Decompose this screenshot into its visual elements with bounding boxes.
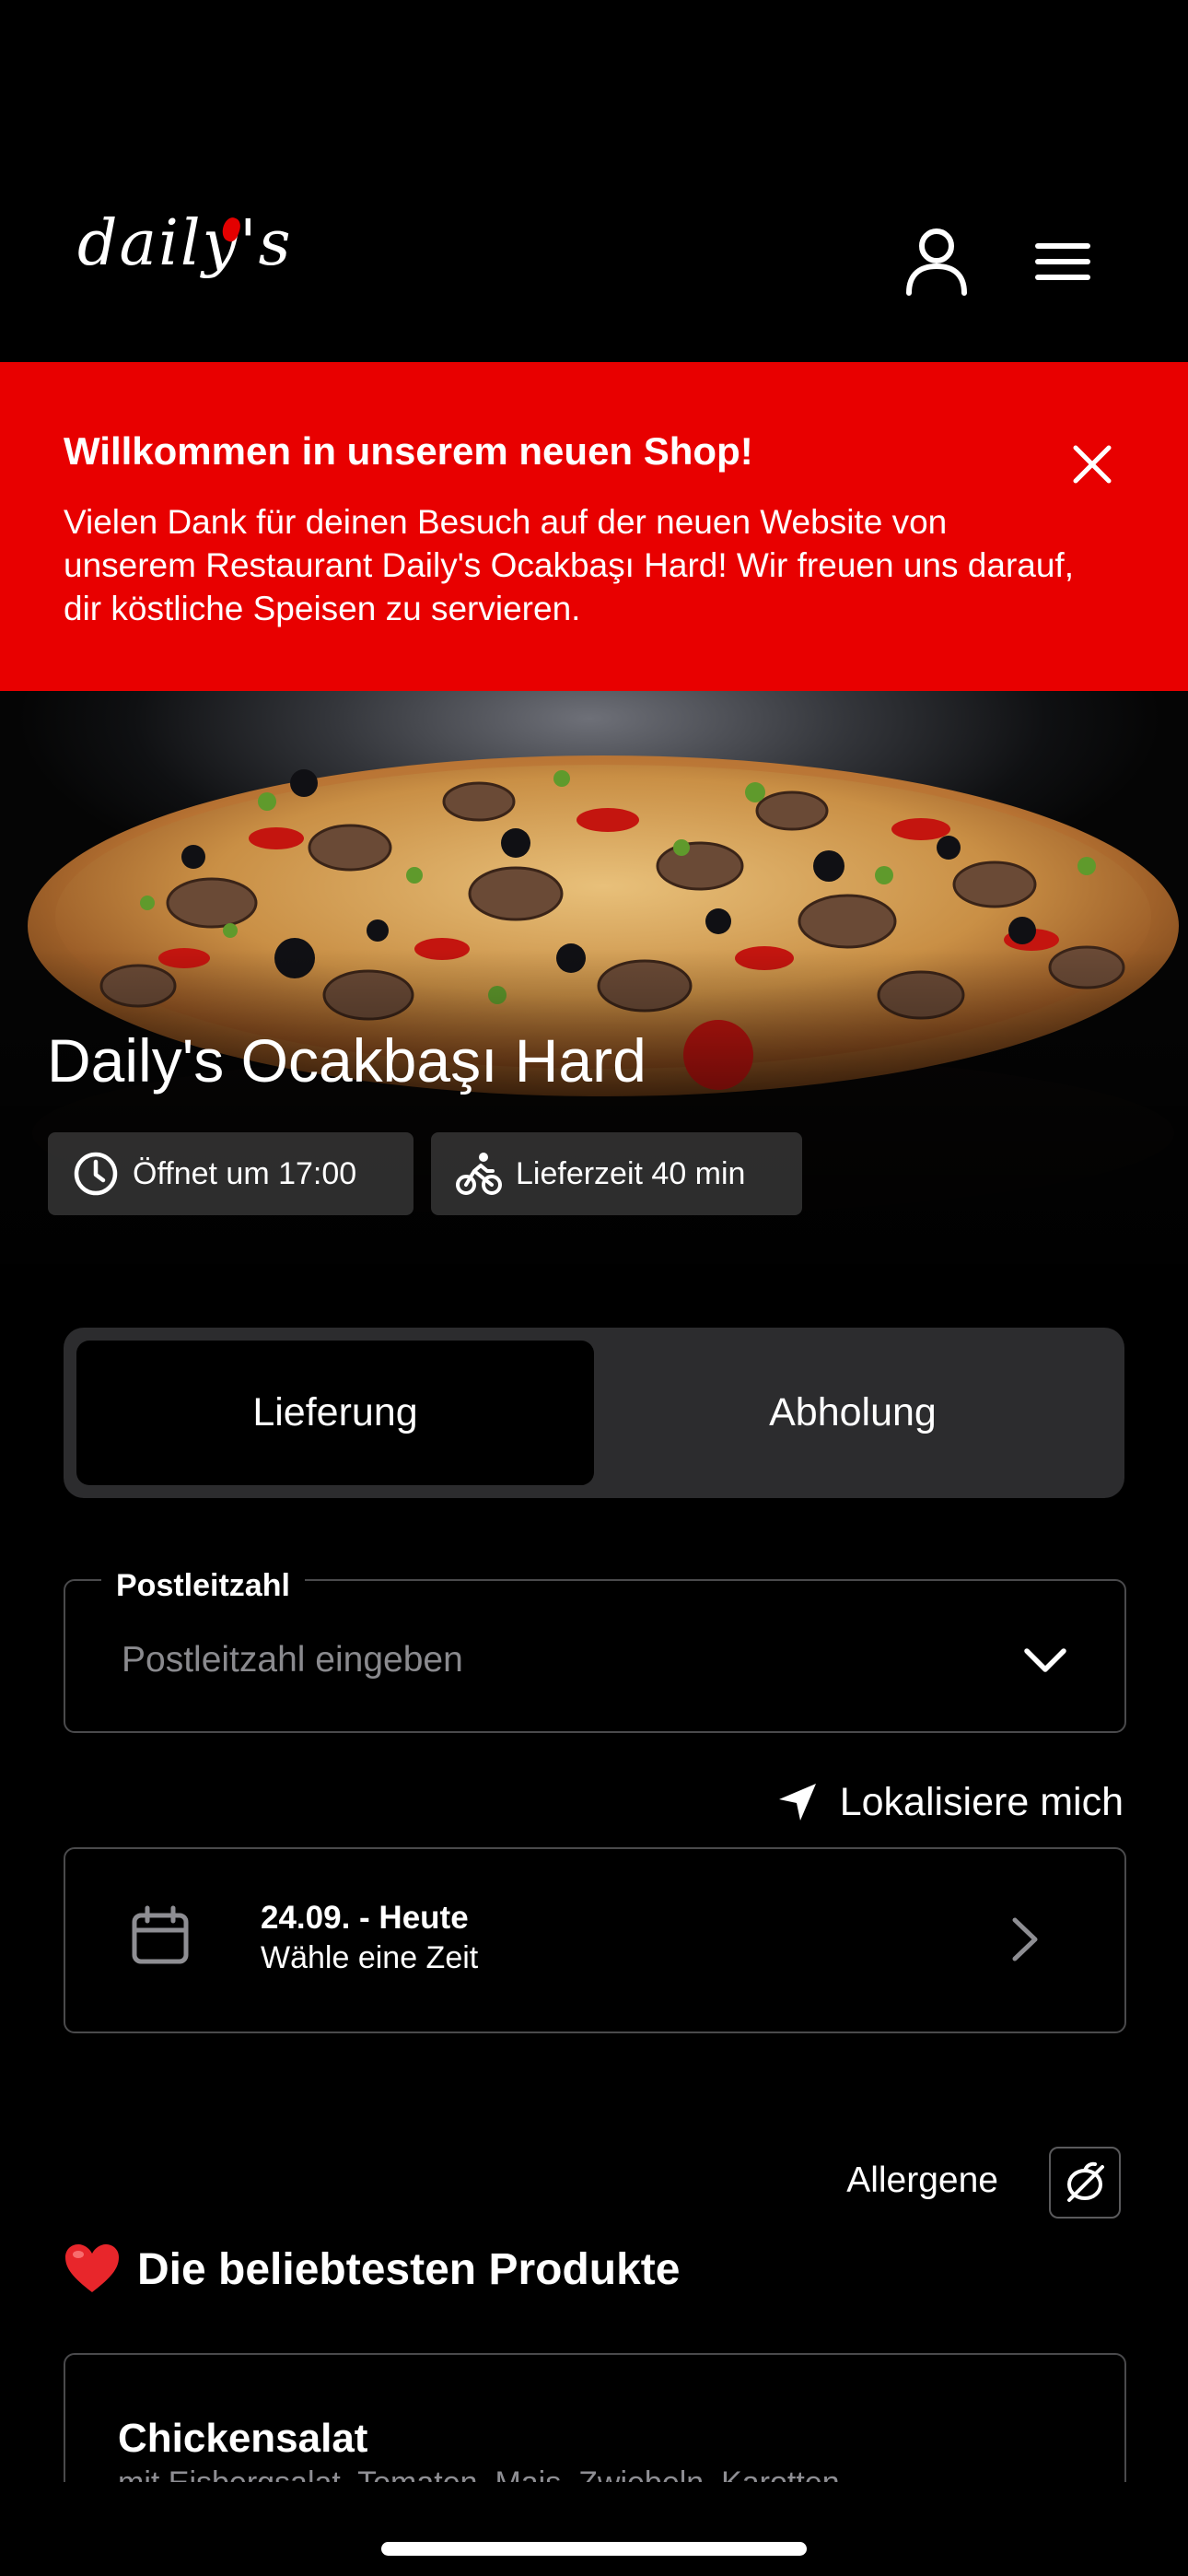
brand-logo[interactable]: daily's xyxy=(77,207,293,280)
product-card[interactable] xyxy=(64,2353,1126,2482)
banner-text: Vielen Dank für deinen Besuch auf der ne… xyxy=(64,503,1074,627)
bicycle-icon xyxy=(455,1150,503,1198)
chevron-down-icon xyxy=(1024,1648,1066,1672)
banner-close-button[interactable] xyxy=(1066,439,1118,490)
postal-code-label: Postleitzahl xyxy=(101,1568,305,1604)
opening-time-chip: Öffnet um 17:00 xyxy=(48,1132,413,1215)
opening-time-text: Öffnet um 17:00 xyxy=(133,1155,357,1191)
delivery-option[interactable]: Lieferung xyxy=(76,1341,594,1485)
allergens-button[interactable] xyxy=(1049,2147,1121,2219)
location-arrow-icon xyxy=(775,1780,820,1824)
app-header xyxy=(0,0,1188,362)
order-mode-toggle: Lieferung Abholung xyxy=(64,1328,1124,1498)
restaurant-name: Daily's Ocakbaşı Hard xyxy=(47,1026,646,1095)
delivery-time-chip: Lieferzeit 40 min xyxy=(431,1132,802,1215)
clock-icon xyxy=(72,1150,120,1198)
locate-me-label: Lokalisiere mich xyxy=(839,1779,1124,1824)
product-description: mit Eisbergsalat, Tomaten, Mais, Zwiebel… xyxy=(118,2465,840,2482)
delivery-time-text: Lieferzeit 40 min xyxy=(516,1155,746,1191)
postal-code-input[interactable] xyxy=(122,1633,950,1688)
calendar-icon xyxy=(132,1905,189,1964)
allergen-icon xyxy=(1067,2161,1104,2202)
user-icon xyxy=(906,228,967,296)
popular-products-heading: Die beliebtesten Produkte xyxy=(64,2242,680,2296)
close-icon xyxy=(1073,445,1112,484)
date-time-selector[interactable] xyxy=(64,1847,1126,2033)
home-indicator[interactable] xyxy=(381,2542,807,2556)
locate-me-button[interactable]: Lokalisiere mich xyxy=(755,1774,1124,1831)
product-name: Chickensalat xyxy=(118,2416,368,2461)
heart-icon xyxy=(65,2244,119,2292)
allergens-label[interactable]: Allergene xyxy=(810,2160,998,2201)
banner-title: Willkommen in unserem neuen Shop! xyxy=(64,429,753,473)
menu-button[interactable] xyxy=(1030,238,1096,286)
time-hint: Wähle eine Zeit xyxy=(261,1940,479,1975)
popular-products-title: Die beliebtesten Produkte xyxy=(137,2244,681,2294)
pickup-option[interactable]: Abholung xyxy=(594,1341,1112,1485)
postal-code-dropdown-button[interactable] xyxy=(1020,1636,1070,1686)
selected-date: 24.09. - Heute xyxy=(261,1900,469,1936)
chevron-right-icon xyxy=(1012,1917,1038,1961)
hamburger-menu-icon xyxy=(1035,243,1090,280)
account-button[interactable] xyxy=(904,226,969,296)
